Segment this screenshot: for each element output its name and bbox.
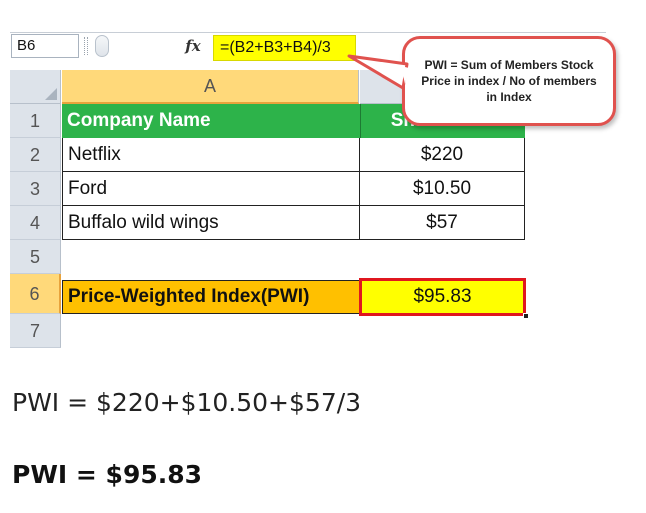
cell-b6-pwi-value[interactable]: $95.83 xyxy=(359,278,526,316)
cell-a2[interactable]: Netflix xyxy=(62,138,360,172)
spreadsheet-screenshot: B6 fx =(B2+B3+B4)/3 PWI = Sum of Members… xyxy=(10,14,616,348)
name-box-scroll-handle[interactable] xyxy=(95,35,109,57)
formula-callout: PWI = Sum of Members Stock Price in inde… xyxy=(402,36,616,126)
row-header-3[interactable]: 3 xyxy=(10,172,61,206)
pwi-result: PWI = $95.83 xyxy=(12,460,203,489)
insert-function-icon[interactable]: fx xyxy=(181,35,205,57)
callout-pointer xyxy=(347,54,409,90)
row-header-7[interactable]: 7 xyxy=(10,314,61,348)
cell-a6-pwi-label[interactable]: Price-Weighted Index(PWI) xyxy=(62,280,360,314)
cell-b3[interactable]: $10.50 xyxy=(360,172,525,206)
pwi-equation: PWI = $220+$10.50+$57/3 xyxy=(12,388,362,417)
cell-a1[interactable]: Company Name xyxy=(62,104,360,138)
formula-input[interactable]: =(B2+B3+B4)/3 xyxy=(213,35,356,61)
cell-b4[interactable]: $57 xyxy=(360,206,525,240)
cell-b2[interactable]: $220 xyxy=(360,138,525,172)
row-header-4[interactable]: 4 xyxy=(10,206,61,240)
row-header-1[interactable]: 1 xyxy=(10,104,61,138)
name-box-separator xyxy=(84,37,88,55)
select-all-triangle-icon xyxy=(45,88,57,100)
ribbon-edge xyxy=(10,32,606,33)
callout-text: PWI = Sum of Members Stock Price in inde… xyxy=(421,58,597,104)
cell-a3[interactable]: Ford xyxy=(62,172,360,206)
name-box[interactable]: B6 xyxy=(11,34,79,58)
column-header-a[interactable]: A xyxy=(62,70,359,104)
fill-handle[interactable] xyxy=(523,313,529,319)
row-header-5[interactable]: 5 xyxy=(10,240,61,274)
row-header-2[interactable]: 2 xyxy=(10,138,61,172)
cell-a4[interactable]: Buffalo wild wings xyxy=(62,206,360,240)
select-all-corner[interactable] xyxy=(10,70,61,104)
row-header-6[interactable]: 6 xyxy=(10,274,61,314)
